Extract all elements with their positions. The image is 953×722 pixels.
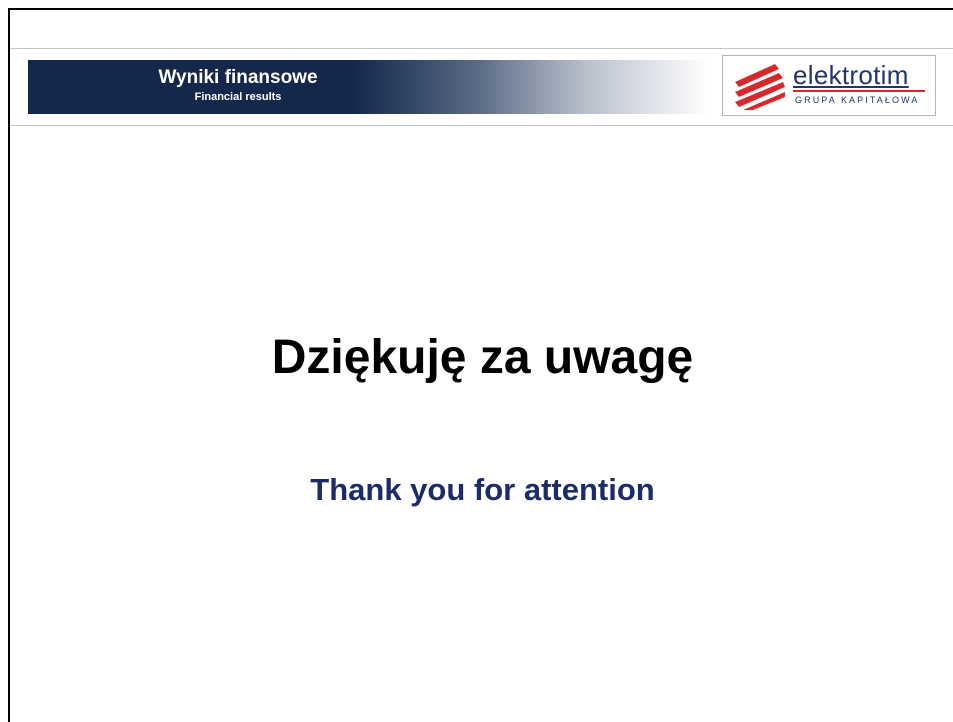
logo-tagline: GRUPA KAPITAŁOWA [795, 95, 920, 105]
thank-you-subheading: Thank you for attention [310, 472, 655, 507]
header-divider-top [10, 48, 953, 49]
company-logo: elektrotim GRUPA KAPITAŁOWA [722, 55, 936, 116]
header-subtitle: Financial results [194, 91, 282, 103]
thank-you-heading: Dziękuję za uwagę [271, 331, 694, 384]
header-divider-bottom [10, 125, 953, 126]
logo-underline [793, 90, 925, 92]
title-band: Wyniki finansowe Financial results [28, 60, 708, 114]
logo-wordmark: elektrotim [793, 60, 909, 90]
header-title: Wyniki finansowe [158, 67, 318, 88]
slide: Wyniki finansowe Financial results elekt… [8, 8, 953, 722]
elektrotim-logo-mark-icon [735, 64, 785, 110]
